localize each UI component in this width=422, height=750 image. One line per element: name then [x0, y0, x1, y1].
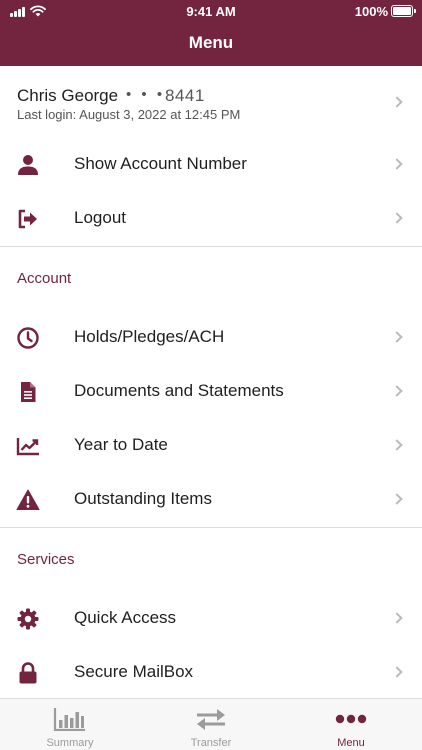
chevron-right-icon	[391, 493, 403, 505]
services-section-header: Services	[0, 528, 422, 592]
user-name: Chris George	[17, 86, 119, 105]
chevron-right-icon	[391, 385, 403, 397]
year-to-date-item[interactable]: Year to Date	[0, 419, 422, 473]
menu-list[interactable]: Chris George • • • 8441 Last login: Augu…	[0, 66, 422, 698]
page-title: Menu	[188, 33, 234, 52]
tab-summary[interactable]: Summary	[0, 699, 140, 750]
tab-label: Transfer	[190, 737, 232, 749]
chevron-right-icon	[391, 666, 403, 678]
account-section-header: Account	[0, 247, 422, 311]
chevron-right-icon	[391, 212, 403, 224]
menu-item-label: Holds/Pledges/ACH	[74, 327, 225, 346]
lock-icon	[19, 662, 37, 684]
last-login-text: Last login: August 3, 2022 at 12:45 PM	[17, 107, 241, 122]
holds-pledges-ach-item[interactable]: Holds/Pledges/ACH	[0, 311, 422, 365]
documents-statements-item[interactable]: Documents and Statements	[0, 365, 422, 419]
menu-item-label: Show Account Number	[74, 154, 247, 173]
user-account-row[interactable]: Chris George • • • 8441 Last login: Augu…	[0, 66, 422, 138]
bar-chart-icon	[53, 708, 85, 731]
menu-item-label: Outstanding Items	[74, 489, 212, 508]
person-icon	[18, 155, 38, 175]
document-icon	[21, 382, 36, 402]
more-dots-icon	[335, 714, 367, 724]
tab-menu[interactable]: Menu	[281, 699, 421, 750]
gear-icon	[17, 608, 39, 630]
transfer-arrows-icon	[197, 709, 225, 730]
nav-bar: Menu	[0, 24, 422, 66]
status-bar: 9:41 AM 100%	[0, 0, 422, 24]
masked-account-dots: • • •	[126, 86, 166, 103]
tab-label: Menu	[337, 737, 365, 749]
secure-mailbox-item[interactable]: Secure MailBox	[0, 646, 422, 698]
logout-icon	[18, 209, 37, 229]
menu-item-label: Documents and Statements	[74, 381, 284, 400]
section-title: Account	[17, 270, 72, 287]
menu-item-label: Secure MailBox	[74, 662, 194, 681]
chevron-right-icon	[391, 331, 403, 343]
logout-item[interactable]: Logout	[0, 192, 422, 246]
chevron-right-icon	[391, 96, 403, 108]
battery-percentage: 100%	[354, 4, 388, 19]
chevron-right-icon	[391, 158, 403, 170]
account-suffix: 8441	[165, 86, 205, 105]
chevron-right-icon	[391, 439, 403, 451]
menu-item-label: Quick Access	[74, 608, 177, 627]
show-account-number-item[interactable]: Show Account Number	[0, 138, 422, 192]
chevron-right-icon	[391, 612, 403, 624]
outstanding-items-item[interactable]: Outstanding Items	[0, 473, 422, 527]
menu-item-label: Logout	[74, 208, 126, 227]
trend-chart-icon	[16, 438, 39, 456]
section-title: Services	[17, 551, 75, 568]
quick-access-item[interactable]: Quick Access	[0, 592, 422, 646]
menu-item-label: Year to Date	[74, 435, 168, 454]
battery-icon	[391, 5, 416, 17]
tab-bar: Summary Transfer Menu	[0, 698, 422, 750]
tab-label: Summary	[46, 737, 94, 749]
clock-icon	[17, 327, 39, 349]
warning-icon	[16, 489, 40, 510]
tab-transfer[interactable]: Transfer	[141, 699, 281, 750]
